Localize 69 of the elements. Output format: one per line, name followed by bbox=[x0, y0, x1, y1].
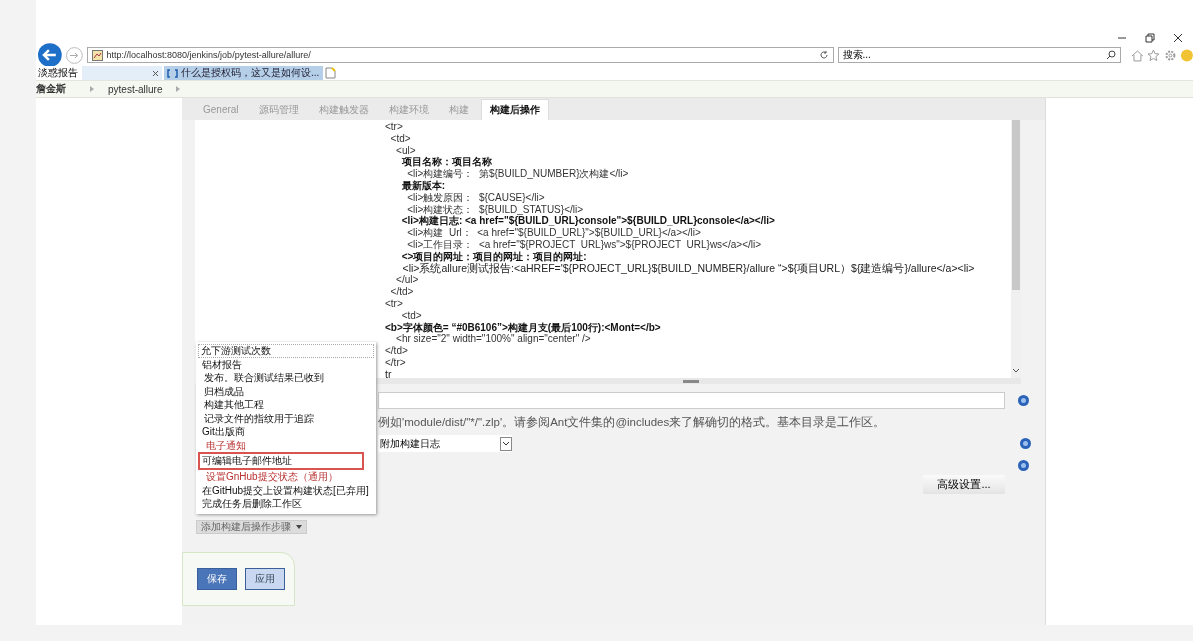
menu-item[interactable]: 记录文件的指纹用于追踪 bbox=[198, 411, 374, 425]
breadcrumb-link[interactable]: 詹金斯 bbox=[36, 82, 76, 96]
close-icon[interactable] bbox=[152, 69, 159, 77]
scrollbar-thumb[interactable] bbox=[1012, 120, 1020, 290]
code-line: </td> bbox=[389, 286, 414, 298]
code-line: <li>构建日志: <a href="${BUILD_URL}console">${BUILD_URL}console</a></li> bbox=[400, 215, 775, 228]
settings-icon[interactable] bbox=[1164, 48, 1178, 62]
code-line: <li>系统allure测试报告:<aHREF='${PROJECT_URL}${BUILD_NUMBER}/allure “>${项目URL）${建造编号}/allure</a><li> bbox=[401, 262, 975, 275]
code-line: <li>触发原因： ${CAUSE}</li> bbox=[406, 191, 545, 204]
search-icon[interactable] bbox=[1105, 50, 1116, 60]
chevron-icon bbox=[90, 86, 94, 92]
menu-item[interactable]: 归档成品 bbox=[198, 384, 374, 398]
help-icon[interactable] bbox=[1018, 460, 1029, 471]
address-field[interactable]: http://localhost:8080/jenkins/job/pytest-allure/allure/ bbox=[86, 47, 834, 63]
menu-item[interactable]: 构建其他工程 bbox=[198, 398, 374, 412]
code-line: </td> bbox=[385, 345, 408, 357]
attachment-select[interactable]: 附加构建日志 bbox=[378, 435, 512, 452]
tab-icon bbox=[167, 68, 178, 78]
menu-item[interactable]: 设置GnHub提交状态（通用） bbox=[198, 470, 374, 484]
hint-text: 例如'module/dist/"*/".zlp'。请参阅Ant文件集的@includes来了解确切的格式。基本目录是工作区。 bbox=[378, 415, 886, 430]
code-line: <>项目的网址：项目的网址：项目的网址: bbox=[400, 250, 587, 262]
help-icon[interactable] bbox=[1018, 395, 1029, 406]
refresh-icon[interactable] bbox=[818, 50, 829, 60]
resize-handle[interactable] bbox=[683, 380, 699, 383]
menu-item[interactable]: Git出版商 bbox=[198, 425, 374, 439]
code-line: <hr size="2" width="100%" align="center" /> bbox=[395, 333, 591, 346]
form-button[interactable]: 保存 bbox=[197, 568, 237, 590]
code-line: </ul> bbox=[395, 274, 419, 287]
code-line: <li>构建 Url： <a href="${BUILD_URL}">${BUILD_URL}</a></li> bbox=[406, 227, 701, 239]
menu-item[interactable]: 发布。联合测试结果已收到 bbox=[198, 371, 374, 385]
menu-item[interactable]: 允下游测试次数 bbox=[198, 344, 374, 358]
close-icon[interactable] bbox=[1173, 33, 1183, 43]
code-line: <b>字体颜色= “#0B6106”>构建月支(最后100行):<Mont=</b> bbox=[385, 321, 661, 334]
toolbar-label: 淡惑报告 bbox=[37, 66, 79, 80]
code-editor[interactable] bbox=[363, 120, 1021, 384]
restore-icon[interactable] bbox=[1145, 33, 1155, 43]
chevron-icon bbox=[176, 86, 181, 92]
config-tab[interactable]: 构建后操作 bbox=[480, 99, 549, 120]
search-field[interactable]: 搜索... bbox=[837, 47, 1121, 63]
add-step-button[interactable]: 添加构建后操作步骤 bbox=[196, 520, 307, 534]
code-line: <tr> bbox=[385, 297, 403, 310]
code-line: <td> bbox=[389, 132, 411, 145]
page-icon bbox=[91, 49, 103, 61]
code-line: 最新版本: bbox=[400, 180, 445, 192]
star-icon[interactable] bbox=[1147, 48, 1161, 62]
breadcrumb-link[interactable]: pytest-allure bbox=[108, 83, 163, 95]
menu-item[interactable]: 铝材报告 bbox=[198, 357, 374, 371]
dropdown-icon bbox=[500, 436, 512, 451]
advanced-button[interactable]: 高级设置... bbox=[923, 475, 1005, 494]
menu-item[interactable]: 电子通知 bbox=[198, 438, 374, 452]
code-line: <ul> bbox=[395, 144, 416, 157]
code-line: </tr> bbox=[385, 356, 406, 369]
caret-icon bbox=[296, 525, 302, 529]
code-line: <li>构建状态： ${BUILD_STATUS}</li> bbox=[406, 203, 584, 215]
scroll-down-icon[interactable] bbox=[1012, 368, 1020, 374]
code-line: <td> bbox=[400, 309, 422, 322]
code-line: <li>工作目录： <a href="${PROJECT URL}ws">${PROJECT URL}ws</a></li> bbox=[406, 238, 762, 251]
menu-item[interactable]: 可编辑电子邮件地址 bbox=[198, 452, 364, 470]
code-line: <li>构建编号： 第${BUILD_NUMBER}次构建</li> bbox=[406, 168, 629, 180]
help-icon[interactable] bbox=[1020, 438, 1031, 449]
code-line: <tr> bbox=[385, 121, 403, 133]
back-button[interactable] bbox=[38, 43, 62, 67]
browser-tab[interactable]: 什么是授权码，这又是如何设... bbox=[164, 66, 324, 80]
menu-item[interactable]: 完成任务后删除工作区 bbox=[198, 497, 374, 511]
code-line: 项目名称：项目名称 bbox=[400, 156, 492, 169]
menu-item[interactable]: 在GitHub提交上设置构建状态[已弃用] bbox=[198, 483, 374, 497]
files-input[interactable] bbox=[378, 392, 1005, 409]
code-line: tr bbox=[385, 368, 392, 378]
form-button[interactable]: 应用 bbox=[245, 568, 285, 590]
